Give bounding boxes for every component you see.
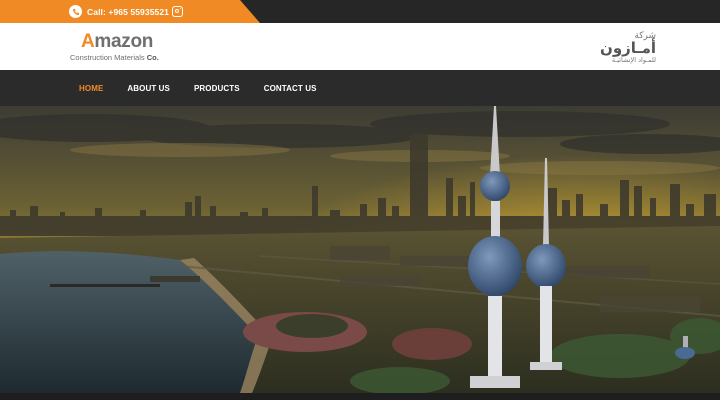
top-bar: Call: +965 55935521 (0, 0, 720, 23)
hero-image (0, 106, 720, 393)
hero-banner (0, 106, 720, 393)
nav-item-contact-us[interactable]: CONTACT US (264, 84, 317, 93)
nav-item-about-us[interactable]: ABOUT US (127, 84, 170, 93)
phone-icon[interactable] (69, 5, 82, 18)
hero-bottom-strip (0, 393, 720, 400)
site-header: Amazon Construction Materials Co. شركة أ… (0, 23, 720, 70)
arabic-logo-name: أمـازون (600, 39, 656, 57)
company-logo[interactable]: Amazon Construction Materials Co. (69, 32, 179, 64)
instagram-icon[interactable] (172, 6, 184, 17)
logo-tagline: Construction Materials Co. (70, 53, 159, 62)
logo-wordmark: Amazon (81, 31, 154, 52)
nav-item-products[interactable]: PRODUCTS (194, 84, 240, 93)
contact-info: Call: +965 55935521 (69, 4, 184, 19)
call-phone-link[interactable]: Call: +965 55935521 (87, 7, 169, 17)
arabic-logo: شركة أمـازون للمـواد الإنشائيـة (586, 31, 656, 64)
nav-item-home[interactable]: HOME (79, 84, 103, 93)
main-navigation: HOME ABOUT US PRODUCTS CONTACT US (0, 70, 720, 106)
